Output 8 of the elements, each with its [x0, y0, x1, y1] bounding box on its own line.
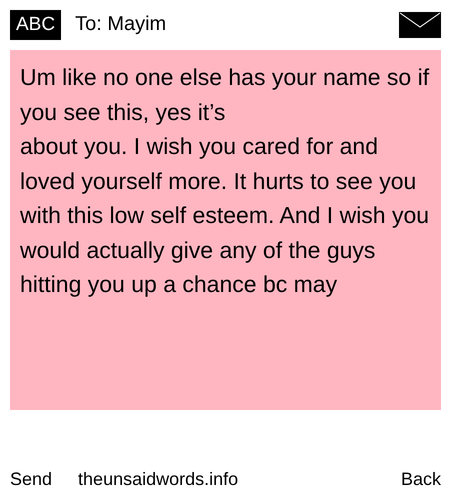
site-url: theunsaidwords.info — [78, 469, 240, 490]
message-area[interactable] — [10, 50, 441, 410]
input-mode-indicator: ABC — [10, 10, 62, 40]
message-text: Um like no one else has your name so if you see this, yes it’s about you. I wish you cared for and loved yourself more. It hurts to see you with this low self esteem. And I wish you would actually give any of the guys hitting you up a chance bc may — [20, 63, 430, 299]
send-softkey[interactable]: Send — [10, 469, 52, 490]
recipient-label: To: Mayim — [75, 13, 168, 36]
back-softkey[interactable]: Back — [400, 469, 441, 490]
envelope-icon — [399, 12, 441, 38]
